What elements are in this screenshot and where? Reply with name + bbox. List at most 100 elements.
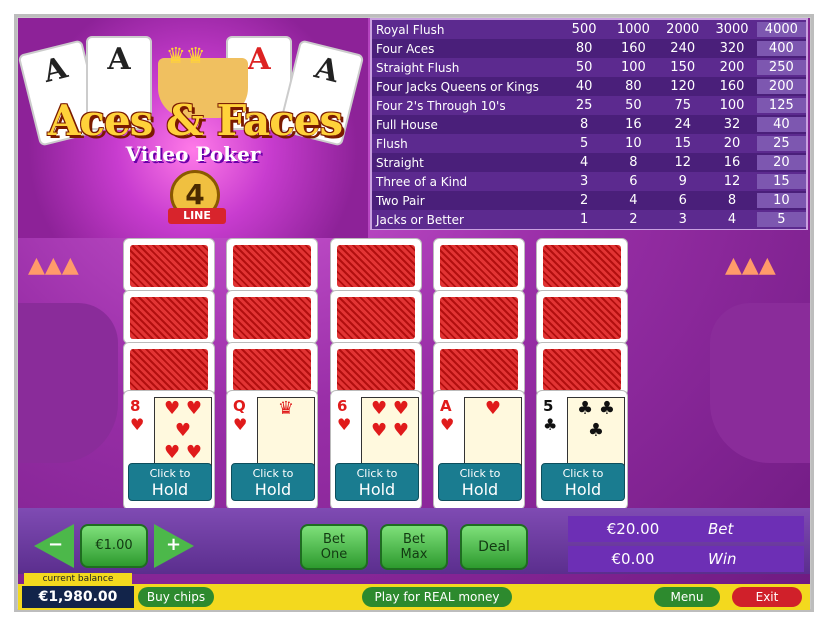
card-back xyxy=(226,290,318,344)
card-suit-icon: ♥ xyxy=(233,415,248,434)
paytable-payout: 32 xyxy=(723,117,741,132)
paytable-payout: 8 xyxy=(579,117,589,132)
card-back xyxy=(123,342,215,396)
paytable-payout: 100 xyxy=(620,60,646,75)
dealt-card[interactable]: 5 ♣ ♣ ♣ ♣ Click to Hold xyxy=(536,390,628,510)
card-back xyxy=(536,238,628,292)
paytable-payout: 2 xyxy=(579,193,589,208)
menu-button[interactable]: Menu xyxy=(654,587,720,607)
paytable-payout: 4 xyxy=(727,212,737,227)
game-area: A A A A ♛♛ Aces & Faces Video Poker 4 LI… xyxy=(18,18,810,610)
card-back-pattern xyxy=(440,245,518,287)
paytable-hand: Straight xyxy=(376,155,424,170)
paytable-hand: Two Pair xyxy=(376,193,425,208)
paytable-payout: 75 xyxy=(674,98,691,113)
card-picture: ♥ ♥ ♥ ♥ ♥ xyxy=(154,397,212,469)
hold-button[interactable]: Click to Hold xyxy=(438,463,522,501)
coin-value-display: €1.00 xyxy=(80,524,148,568)
paytable-hand: Straight Flush xyxy=(376,60,460,75)
crown-icon: ♛♛ xyxy=(166,44,206,69)
play-real-money-button[interactable]: Play for REAL money xyxy=(362,587,512,607)
minus-button[interactable]: − xyxy=(34,524,74,568)
card-suit-icon: ♥ xyxy=(440,415,455,434)
paytable-payout: 25 xyxy=(756,136,806,151)
paytable-payout: 8 xyxy=(629,155,638,170)
paytable-payout: 150 xyxy=(670,60,696,75)
face-silhouette xyxy=(18,303,118,463)
paytable-row: Jacks or Better 1 2 3 4 5 xyxy=(372,210,806,229)
paytable-payout: 100 xyxy=(719,98,745,113)
paytable-row: Three of a Kind 3 6 9 12 15 xyxy=(372,172,806,191)
card-back-pattern xyxy=(233,297,311,339)
bet-max-button[interactable]: Bet Max xyxy=(380,524,448,570)
bet-value: €20.00 xyxy=(606,520,660,538)
bet-label: Bet xyxy=(708,520,734,538)
bet-one-button[interactable]: Bet One xyxy=(300,524,368,570)
card-back xyxy=(433,238,525,292)
paytable-hand: Four Jacks Queens or Kings xyxy=(376,79,539,94)
hold-button-label: Hold xyxy=(151,480,189,499)
balance-value: €1,980.00 xyxy=(22,586,134,608)
card-back-pattern xyxy=(233,349,311,391)
hold-button-label: Hold xyxy=(358,480,396,499)
card-back xyxy=(226,238,318,292)
paytable-payout: 4 xyxy=(579,155,589,170)
hold-button-label: Hold xyxy=(461,480,499,499)
paytable-payout: 8 xyxy=(727,193,737,208)
paytable-hand: Four 2's Through 10's xyxy=(376,98,506,113)
plus-button[interactable]: + xyxy=(154,524,194,568)
hold-button[interactable]: Click to Hold xyxy=(128,463,212,501)
paytable-row: Four Jacks Queens or Kings 40 80 120 160 200 xyxy=(372,77,806,96)
card-back-pattern xyxy=(130,245,208,287)
buy-chips-button[interactable]: Buy chips xyxy=(138,587,214,607)
card-back xyxy=(330,342,422,396)
card-back-pattern xyxy=(543,297,621,339)
dealt-card[interactable]: A ♥ ♥ Click to Hold xyxy=(433,390,525,510)
exit-button[interactable]: Exit xyxy=(732,587,802,607)
paytable-payout: 40 xyxy=(756,117,806,132)
card-picture: ♣ ♣ ♣ xyxy=(567,397,625,469)
paytable-payout: 20 xyxy=(756,155,806,170)
crown-icon: ▲▲▲ xyxy=(725,253,776,278)
win-panel: €0.00 Win xyxy=(568,546,804,572)
dealt-card[interactable]: 6 ♥ ♥ ♥ ♥ ♥ Click to Hold xyxy=(330,390,422,510)
paytable-row: Two Pair 2 4 6 8 10 xyxy=(372,191,806,210)
card-rank: 6 xyxy=(337,397,348,415)
hold-button-hint: Click to xyxy=(252,467,294,480)
paytable-payout: 80 xyxy=(575,41,593,56)
status-bar: current balance €1,980.00 Buy chips Play… xyxy=(18,573,810,610)
paytable-payout: 3000 xyxy=(715,22,749,37)
paytable-payout: 25 xyxy=(575,98,593,113)
bet-one-line1: Bet xyxy=(322,532,345,547)
hold-button-hint: Click to xyxy=(356,467,398,480)
card-back-pattern xyxy=(130,297,208,339)
paytable-payout: 9 xyxy=(678,174,687,189)
paytable-payout: 6 xyxy=(678,193,687,208)
hold-button[interactable]: Click to Hold xyxy=(335,463,419,501)
crown-icon: ▲▲▲ xyxy=(28,253,79,278)
plus-icon: + xyxy=(166,534,182,555)
hold-button[interactable]: Click to Hold xyxy=(231,463,315,501)
card-back xyxy=(123,238,215,292)
paytable-payout: 500 xyxy=(571,22,597,37)
dealt-card[interactable]: 8 ♥ ♥ ♥ ♥ ♥ ♥ Click to Hold xyxy=(123,390,215,510)
paytable-payout: 2 xyxy=(629,212,638,227)
hold-button-hint: Click to xyxy=(562,467,604,480)
deal-button[interactable]: Deal xyxy=(460,524,528,570)
paytable-row: Flush 5 10 15 20 25 xyxy=(372,134,806,153)
paytable: Royal Flush 500 1000 2000 3000 4000 Four Aces 8… xyxy=(370,18,808,230)
paytable-payout: 1 xyxy=(579,212,589,227)
dealt-card[interactable]: Q ♥ ♛ Click to Hold xyxy=(226,390,318,510)
paytable-payout: 4 xyxy=(629,193,638,208)
hold-button[interactable]: Click to Hold xyxy=(541,463,625,501)
card-back xyxy=(123,290,215,344)
paytable-payout: 10 xyxy=(625,136,642,151)
paytable-payout: 20 xyxy=(723,136,741,151)
card-back xyxy=(536,290,628,344)
card-back xyxy=(330,238,422,292)
paytable-row: Royal Flush 500 1000 2000 3000 4000 xyxy=(372,20,806,39)
bet-one-line2: One xyxy=(320,547,348,562)
paytable-hand: Three of a Kind xyxy=(376,174,468,189)
card-back-pattern xyxy=(440,349,518,391)
win-value: €0.00 xyxy=(611,550,655,568)
